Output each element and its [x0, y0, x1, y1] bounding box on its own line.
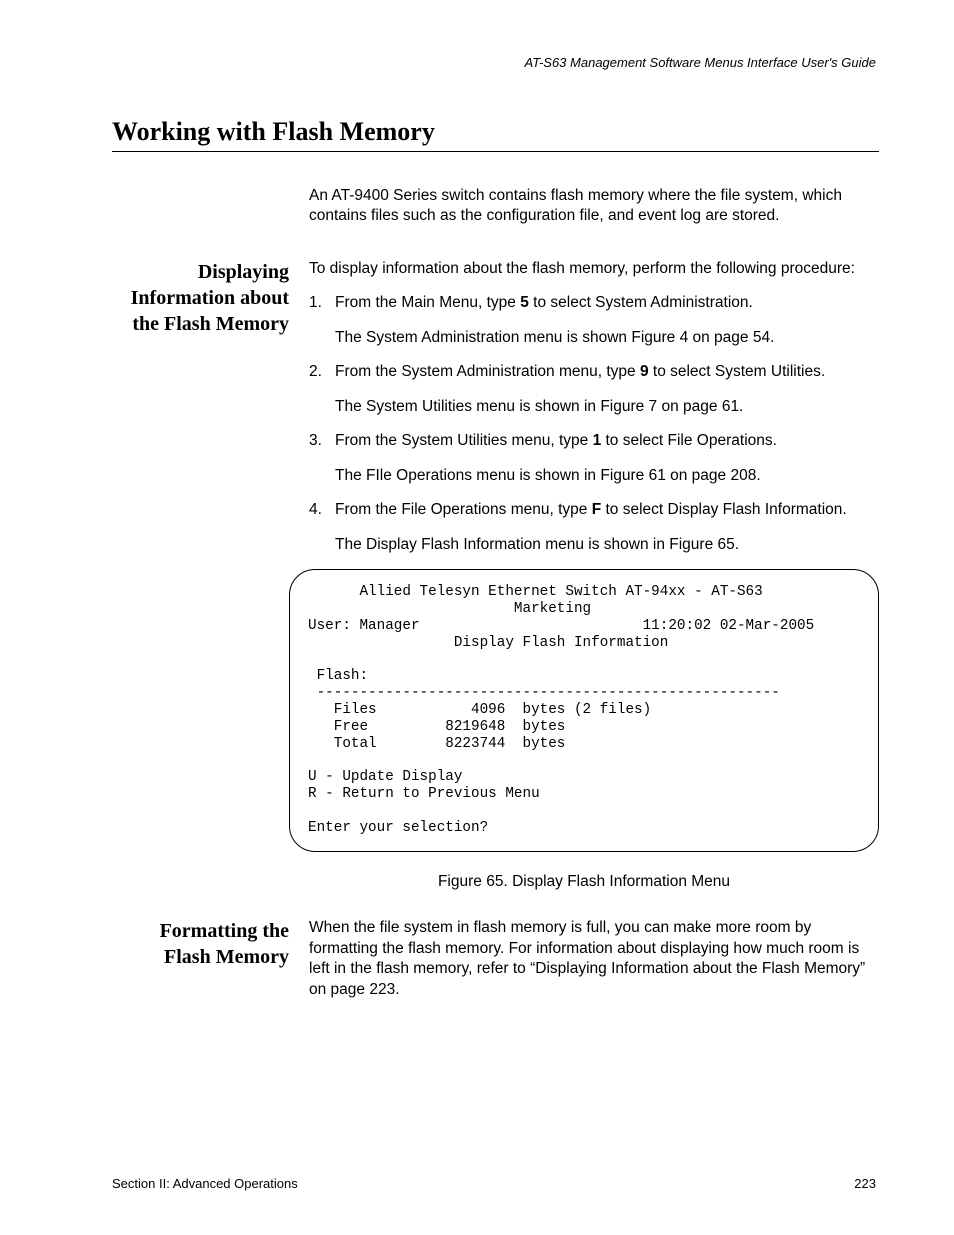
side-heading-displaying: Displaying Information about the Flash M…	[112, 259, 289, 337]
side-heading-formatting: Formatting the Flash Memory	[112, 918, 289, 970]
section-body: When the file system in flash memory is …	[309, 918, 879, 1014]
step-number: 4.	[309, 500, 335, 555]
text: From the System Administration menu, typ…	[335, 363, 640, 380]
side-heading-col: Displaying Information about the Flash M…	[112, 259, 309, 337]
text: From the System Utilities menu, type	[335, 432, 593, 449]
step-sub: The FIle Operations menu is shown in Fig…	[335, 466, 879, 486]
text: From the Main Menu, type	[335, 294, 520, 311]
page-header: AT-S63 Management Software Menus Interfa…	[525, 55, 877, 70]
text: to select File Operations.	[601, 432, 777, 449]
intro-paragraph: An AT-9400 Series switch contains flash …	[309, 186, 879, 227]
step-sub: The System Utilities menu is shown in Fi…	[335, 397, 879, 417]
text: to select System Administration.	[529, 294, 753, 311]
step-body: From the System Utilities menu, type 1 t…	[335, 431, 879, 486]
page-footer: Section II: Advanced Operations 223	[112, 1176, 876, 1191]
main-heading: Working with Flash Memory	[112, 117, 879, 152]
step-1: 1. From the Main Menu, type 5 to select …	[309, 293, 879, 348]
footer-section: Section II: Advanced Operations	[112, 1176, 298, 1191]
key: 1	[593, 432, 602, 449]
footer-page-number: 223	[854, 1176, 876, 1191]
step-sub: The Display Flash Information menu is sh…	[335, 535, 879, 555]
section-body: To display information about the flash m…	[309, 259, 879, 918]
text: to select System Utilities.	[649, 363, 826, 380]
step-body: From the Main Menu, type 5 to select Sys…	[335, 293, 879, 348]
formatting-paragraph: When the file system in flash memory is …	[309, 918, 879, 1000]
text: From the File Operations menu, type	[335, 501, 592, 518]
intro-text: An AT-9400 Series switch contains flash …	[309, 186, 879, 227]
side-heading-col: Formatting the Flash Memory	[112, 918, 309, 970]
step-4: 4. From the File Operations menu, type F…	[309, 500, 879, 555]
step-body: From the System Administration menu, typ…	[335, 362, 879, 417]
figure-caption: Figure 65. Display Flash Information Men…	[289, 872, 879, 892]
step-number: 3.	[309, 431, 335, 486]
steps-list: 1. From the Main Menu, type 5 to select …	[309, 293, 879, 555]
key: 9	[640, 363, 649, 380]
key: 5	[520, 294, 529, 311]
page: AT-S63 Management Software Menus Interfa…	[0, 0, 954, 1235]
step-2: 2. From the System Administration menu, …	[309, 362, 879, 417]
section-formatting: Formatting the Flash Memory When the fil…	[112, 918, 879, 1014]
lead-paragraph: To display information about the flash m…	[309, 259, 879, 279]
step-number: 2.	[309, 362, 335, 417]
section-displaying: Displaying Information about the Flash M…	[112, 259, 879, 918]
step-3: 3. From the System Utilities menu, type …	[309, 431, 879, 486]
step-sub: The System Administration menu is shown …	[335, 328, 879, 348]
key: F	[592, 501, 601, 518]
step-body: From the File Operations menu, type F to…	[335, 500, 879, 555]
step-number: 1.	[309, 293, 335, 348]
terminal-output: Allied Telesyn Ethernet Switch AT-94xx -…	[289, 569, 879, 852]
text: to select Display Flash Information.	[601, 501, 847, 518]
